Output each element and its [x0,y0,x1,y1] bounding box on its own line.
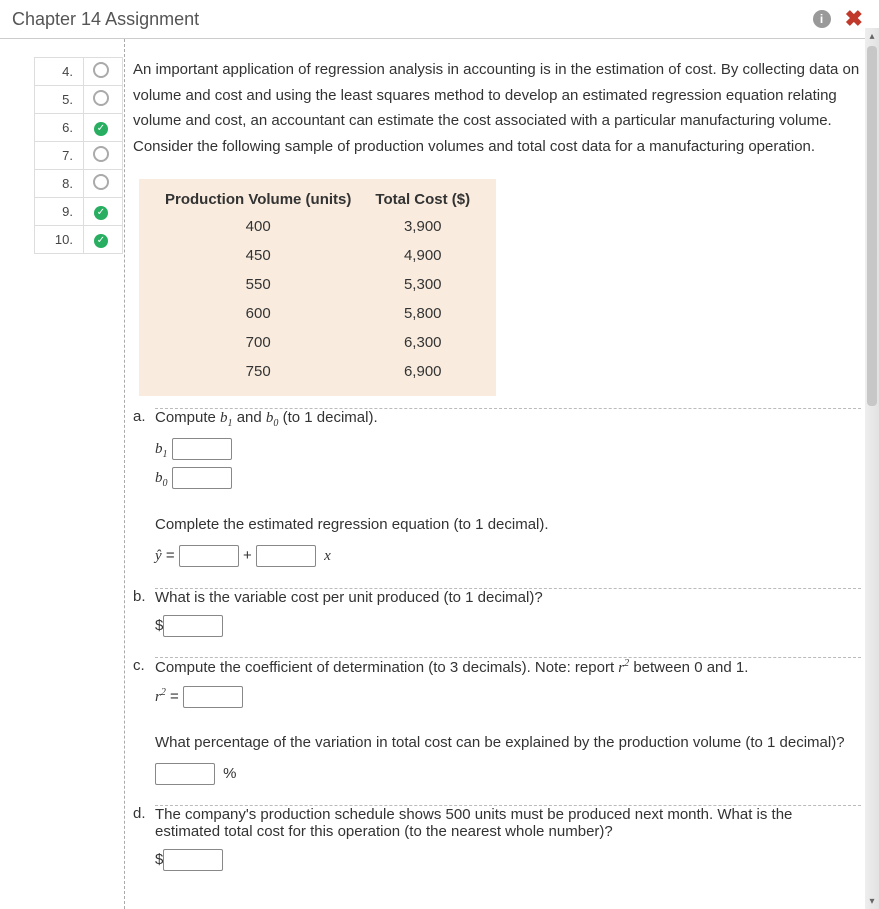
b0-input[interactable] [172,467,232,489]
circle-icon [93,146,109,162]
nav-item-status: ✓ [84,114,123,142]
variable-cost-input[interactable] [163,615,223,637]
nav-item[interactable]: 10. ✓ [35,226,123,254]
table-row: 4003,900 [153,212,482,241]
estimated-cost-input[interactable] [163,849,223,871]
percent-input[interactable] [155,763,215,785]
part-c-pre: Compute the coefficient of determination… [155,659,618,676]
table-cell-volume: 600 [153,299,363,328]
table-row: 7506,900 [153,357,482,386]
nav-item-status [84,170,123,198]
nav-item-status: ✓ [84,198,123,226]
x-symbol: x [324,548,331,564]
percent-sign: % [223,765,236,782]
nav-item-status: ✓ [84,226,123,254]
dollar-sign: $ [155,617,163,634]
part-a-text: Compute [155,409,220,426]
table-row: 6005,800 [153,299,482,328]
dollar-sign-d: $ [155,851,163,868]
part-a-end: (to 1 decimal). [283,409,378,426]
part-a-letter: a. [133,408,155,570]
info-icon[interactable]: i [813,10,831,28]
eq-sign: = [166,547,179,564]
nav-item-number: 10. [35,226,84,254]
table-head-volume: Production Volume (units) [153,187,363,212]
eq-sign-c: = [170,688,183,705]
intercept-input[interactable] [179,545,239,567]
nav-item[interactable]: 9. ✓ [35,198,123,226]
plus-sign: + [243,547,256,564]
table-cell-cost: 6,300 [363,328,482,357]
question-nav: 4.5.6. ✓ 7.8.9. ✓ 10. ✓ [0,39,120,909]
vertical-scrollbar[interactable]: ▴ ▾ [865,28,879,909]
table-row: 7006,300 [153,328,482,357]
close-icon[interactable]: ✖ [841,6,867,32]
check-icon: ✓ [94,234,108,248]
part-c2-text: What percentage of the variation in tota… [155,729,861,756]
nav-item[interactable]: 7. [35,142,123,170]
check-icon: ✓ [94,206,108,220]
table-row: 4504,900 [153,241,482,270]
part-c-post: between 0 and 1. [633,659,748,676]
part-b-letter: b. [133,588,155,639]
nav-item-number: 8. [35,170,84,198]
table-cell-volume: 450 [153,241,363,270]
b1-symbol: b1 [220,410,233,426]
nav-item[interactable]: 6. ✓ [35,114,123,142]
part-b-text: What is the variable cost per unit produ… [155,589,861,606]
yhat-symbol: ŷ [155,548,162,564]
nav-item[interactable]: 8. [35,170,123,198]
b1-label: b1 [155,441,168,457]
b0-symbol: b0 [266,410,279,426]
table-cell-cost: 5,300 [363,270,482,299]
table-cell-volume: 550 [153,270,363,299]
check-icon: ✓ [94,122,108,136]
circle-icon [93,174,109,190]
r2-symbol: r2 [618,660,629,676]
table-head-cost: Total Cost ($) [363,187,482,212]
b1-input[interactable] [172,438,232,460]
nav-item[interactable]: 5. [35,86,123,114]
nav-item-number: 7. [35,142,84,170]
nav-item-number: 5. [35,86,84,114]
page-title: Chapter 14 Assignment [12,9,199,30]
b0-label: b0 [155,470,168,486]
intro-text: An important application of regression a… [133,57,861,159]
table-cell-cost: 6,900 [363,357,482,386]
nav-item[interactable]: 4. [35,58,123,86]
question-content: An important application of regression a… [124,39,879,909]
circle-icon [93,62,109,78]
nav-item-status [84,142,123,170]
and-text: and [237,409,266,426]
nav-item-number: 9. [35,198,84,226]
table-cell-volume: 700 [153,328,363,357]
part-d-letter: d. [133,805,155,873]
table-cell-cost: 4,900 [363,241,482,270]
table-cell-volume: 400 [153,212,363,241]
scroll-down-icon[interactable]: ▾ [865,893,879,909]
nav-item-status [84,86,123,114]
circle-icon [93,90,109,106]
part-d-text: The company's production schedule shows … [155,806,861,840]
r2-label: r2 [155,689,166,705]
r2-input[interactable] [183,686,243,708]
table-cell-cost: 5,800 [363,299,482,328]
slope-input[interactable] [256,545,316,567]
table-cell-volume: 750 [153,357,363,386]
nav-item-status [84,58,123,86]
nav-item-number: 4. [35,58,84,86]
scroll-up-icon[interactable]: ▴ [865,28,879,44]
scroll-thumb[interactable] [867,46,877,406]
data-table: Production Volume (units) Total Cost ($)… [139,179,496,396]
table-cell-cost: 3,900 [363,212,482,241]
part-a2-text: Complete the estimated regression equati… [155,511,861,538]
table-row: 5505,300 [153,270,482,299]
nav-item-number: 6. [35,114,84,142]
part-c-letter: c. [133,657,155,787]
